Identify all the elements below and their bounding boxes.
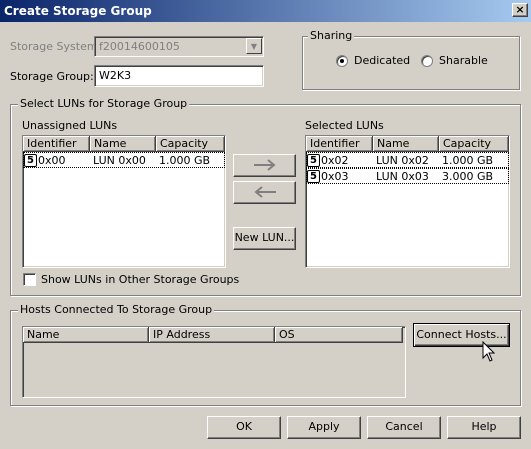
ok-button[interactable]: OK [207,416,281,439]
unassigned-luns-list[interactable]: Identifier Name Capacity 5 0x00 LUN 0x00… [22,135,226,268]
hosts-list[interactable]: Name IP Address OS [22,326,406,398]
storage-group-label: Storage Group: [10,70,94,83]
column-capacity[interactable]: Capacity [156,136,225,152]
identifier-value: 0x02 [321,153,349,167]
selected-list-header: Identifier Name Capacity [306,136,509,152]
lun-icon: 5 [307,169,320,183]
chevron-down-icon: ▼ [246,38,262,54]
identifier-value: 0x00 [38,153,66,167]
apply-button[interactable]: Apply [287,416,361,439]
table-row[interactable]: 5 0x00 LUN 0x00 1.000 GB [23,152,225,168]
radio-dedicated-label: Dedicated [354,54,411,67]
title-bar: Create Storage Group [0,0,531,22]
arrow-left-icon [253,186,276,198]
window-title: Create Storage Group [4,4,152,18]
capacity-cell: 3.000 GB [442,169,494,183]
column-host-name[interactable]: Name [23,327,149,343]
selected-luns-list[interactable]: Identifier Name Capacity 5 0x02 LUN 0x02… [305,135,510,268]
column-ip-address[interactable]: IP Address [149,327,275,343]
show-other-luns-label: Show LUNs in Other Storage Groups [41,273,240,286]
column-name[interactable]: Name [373,136,439,152]
help-button[interactable]: Help [447,416,521,439]
hosts-list-header: Name IP Address OS [23,327,405,343]
radio-dedicated-indicator[interactable] [336,54,348,67]
close-icon: × [515,3,525,16]
identifier-cell: 5 0x02 [306,152,373,168]
arrow-right-icon [253,159,276,171]
remove-lun-button[interactable] [233,181,296,204]
storage-group-value: W2K3 [99,69,132,82]
column-os[interactable]: OS [275,327,403,343]
checkbox-box[interactable] [23,273,36,286]
sharing-legend: Sharing [308,29,355,42]
lun-icon: 5 [24,153,37,167]
radio-sharable-indicator[interactable] [421,54,433,67]
storage-system-value: f20014600105 [99,40,180,53]
cancel-button[interactable]: Cancel [367,416,441,439]
new-lun-button[interactable]: New LUN... [233,227,296,250]
column-capacity[interactable]: Capacity [439,136,509,152]
select-luns-legend: Select LUNs for Storage Group [18,97,190,110]
selected-luns-label: Selected LUNs [305,119,384,132]
unassigned-list-header: Identifier Name Capacity [23,136,225,152]
identifier-cell: 5 0x00 [23,152,90,168]
name-cell: LUN 0x00 [93,153,146,167]
show-other-luns-checkbox[interactable]: Show LUNs in Other Storage Groups [23,273,239,286]
capacity-cell: 1.000 GB [159,153,211,167]
column-identifier[interactable]: Identifier [23,136,90,152]
lun-icon: 5 [307,153,320,167]
close-button[interactable]: × [512,3,528,17]
name-cell: LUN 0x03 [376,169,429,183]
hosts-legend: Hosts Connected To Storage Group [18,303,215,316]
capacity-cell: 1.000 GB [442,153,494,167]
storage-system-label: Storage System: [10,40,102,53]
storage-group-input[interactable]: W2K3 [94,65,264,87]
storage-system-dropdown: f20014600105 ▼ [94,36,264,57]
mouse-cursor-icon [482,341,496,362]
column-identifier[interactable]: Identifier [306,136,373,152]
table-row[interactable]: 5 0x03 LUN 0x03 3.000 GB [306,168,509,184]
identifier-value: 0x03 [321,169,349,183]
radio-sharable-label: Sharable [439,54,488,67]
unassigned-luns-label: Unassigned LUNs [22,119,118,132]
identifier-cell: 5 0x03 [306,168,373,184]
radio-dedicated[interactable]: Dedicated [336,54,410,67]
radio-sharable[interactable]: Sharable [421,54,488,67]
name-cell: LUN 0x02 [376,153,429,167]
table-row[interactable]: 5 0x02 LUN 0x02 1.000 GB [306,152,509,168]
column-name[interactable]: Name [90,136,156,152]
add-lun-button[interactable] [233,154,296,177]
